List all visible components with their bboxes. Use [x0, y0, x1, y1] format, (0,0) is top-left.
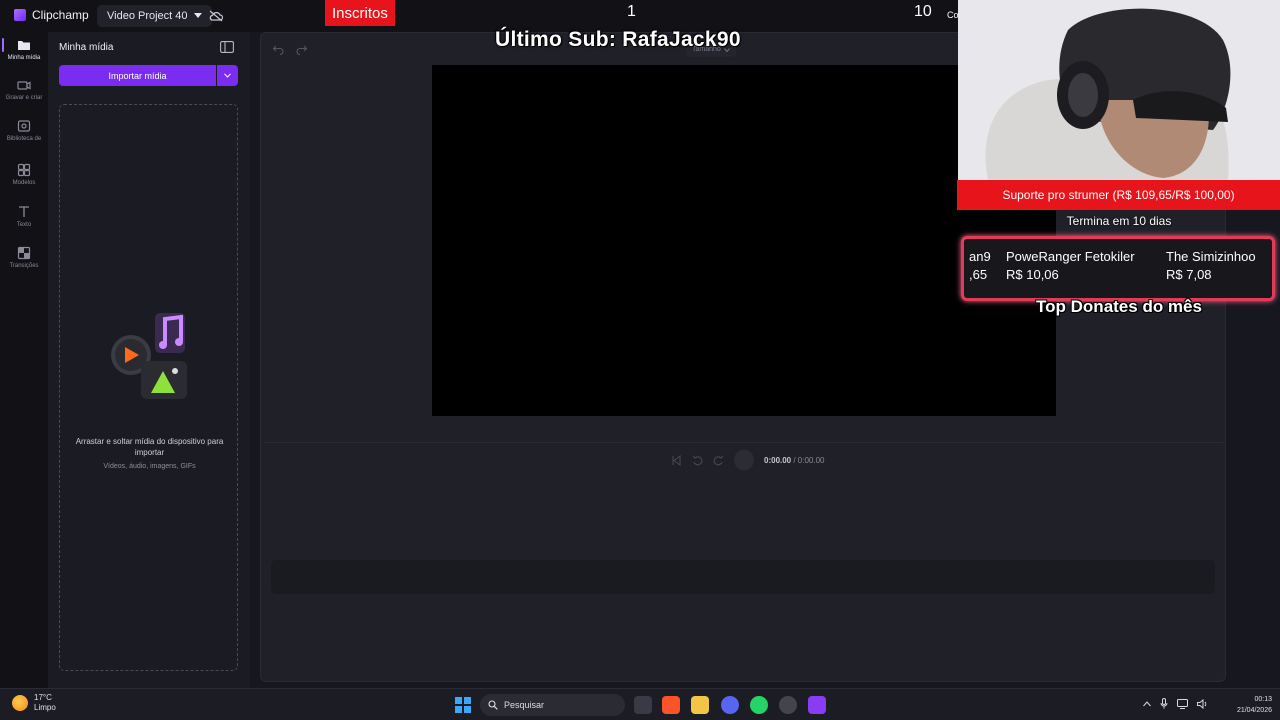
rail-item-templates[interactable]: Modelos	[0, 163, 48, 187]
library-icon	[17, 120, 31, 132]
playback-controls: 0:00.00 / 0:00.00	[671, 450, 825, 470]
goal-ends-text: Termina em 10 dias	[1066, 214, 1172, 228]
folder-icon	[18, 41, 30, 50]
steam-icon[interactable]	[779, 696, 797, 714]
temperature: 17°C	[34, 693, 52, 702]
media-panel: Minha mídia Importar mídia Arrastar e so…	[48, 32, 250, 688]
donor-entry: an9 ,65	[969, 248, 991, 284]
weather-widget[interactable]: 17°C Limpo	[12, 693, 56, 713]
import-options-button[interactable]	[217, 65, 238, 86]
task-view-icon[interactable]	[634, 696, 652, 714]
donor-name: PoweRanger Fetokiler	[1006, 249, 1135, 264]
weather-condition: Limpo	[34, 703, 56, 712]
media-types-illustration-icon	[111, 313, 187, 399]
rail-item-my-media[interactable]: Minha mídia	[0, 38, 48, 62]
last-subscriber-overlay: Último Sub: RafaJack90	[495, 28, 741, 51]
chevron-down-icon	[224, 73, 231, 78]
subscribers-label: Inscritos	[325, 0, 395, 26]
donor-entry: The Simizinhoo R$ 7,08	[1166, 248, 1256, 284]
text-icon	[19, 206, 29, 217]
collapse-panel-icon[interactable]	[220, 41, 234, 53]
microphone-icon[interactable]	[1160, 698, 1168, 709]
left-rail: Minha mídia Gravar e criar Biblioteca de…	[0, 32, 48, 688]
camera-icon	[17, 81, 31, 90]
streamer-webcam-image	[958, 0, 1280, 180]
rail-item-label: Modelos	[12, 180, 36, 186]
panel-title: Minha mídia	[59, 42, 114, 53]
playback-time: 0:00.00 / 0:00.00	[764, 456, 825, 465]
donor-name: an9	[969, 249, 991, 264]
discord-icon[interactable]	[721, 696, 739, 714]
rail-item-label: Gravar e criar	[5, 95, 43, 101]
clock-date: 21/04/2026	[1236, 707, 1272, 714]
import-media-button[interactable]: Importar mídia	[59, 65, 216, 86]
supported-types: Vídeos, áudio, imagens, GIFs	[103, 463, 196, 470]
rail-item-text[interactable]: Texto	[0, 205, 48, 229]
taskbar-clock[interactable]: 00:13 21/04/2026	[1220, 694, 1272, 716]
start-button-icon[interactable]	[455, 697, 471, 713]
cloud-sync-off-icon[interactable]	[205, 5, 227, 27]
system-tray	[1143, 698, 1208, 709]
project-name: Video Project 40	[107, 10, 188, 22]
weather-sun-icon	[12, 695, 28, 711]
donor-amount: R$ 10,06	[1006, 267, 1059, 282]
subscriber-count: 1	[627, 3, 636, 20]
webcam-overlay	[958, 0, 1280, 180]
play-button[interactable]	[734, 450, 754, 470]
rail-item-label: Biblioteca de	[6, 136, 42, 142]
rewind-5s-icon[interactable]	[692, 455, 703, 466]
current-time: 0:00.00	[764, 455, 792, 465]
caret-down-icon	[193, 13, 202, 18]
brave-browser-icon[interactable]	[662, 696, 680, 714]
clipchamp-logo-icon	[14, 9, 26, 21]
clipchamp-taskbar-icon[interactable]	[808, 696, 826, 714]
timeline-track[interactable]	[271, 560, 1215, 594]
templates-icon	[17, 163, 31, 177]
rail-item-record-create[interactable]: Gravar e criar	[0, 78, 48, 102]
donor-entry: PoweRanger Fetokiler R$ 10,06	[1006, 248, 1135, 284]
network-icon[interactable]	[1177, 698, 1188, 709]
search-icon	[488, 700, 498, 710]
rail-item-transitions[interactable]: Transições	[0, 246, 48, 270]
total-time: / 0:00.00	[791, 455, 825, 465]
drop-instructions: Arrastar e soltar mídia do dispositivo p…	[75, 437, 224, 457]
search-placeholder: Pesquisar	[504, 700, 545, 710]
rail-item-label: Transições	[9, 263, 39, 269]
top-donors-box: an9 ,65 PoweRanger Fetokiler R$ 10,06 Th…	[961, 236, 1275, 301]
forward-5s-icon[interactable]	[713, 455, 724, 466]
file-explorer-icon[interactable]	[691, 696, 709, 714]
project-name-dropdown[interactable]: Video Project 40	[97, 5, 212, 27]
media-drop-zone[interactable]: Arrastar e soltar mídia do dispositivo p…	[59, 104, 238, 671]
goal-count-suffix: Co	[947, 10, 959, 20]
rail-item-label: Texto	[16, 222, 32, 228]
taskbar-search[interactable]: Pesquisar	[480, 694, 625, 716]
rail-item-library[interactable]: Biblioteca de	[0, 119, 48, 143]
donation-goal-bar: Suporte pro strumer (R$ 109,65/R$ 100,00…	[957, 180, 1280, 210]
windows-taskbar: 17°C Limpo Pesquisar 00:13 21/04/2026	[0, 688, 1280, 720]
goal-count: 10	[914, 3, 932, 20]
clock-time: 00:13	[1254, 696, 1272, 703]
donor-amount: ,65	[969, 267, 988, 282]
app-brand[interactable]: Clipchamp	[14, 8, 89, 22]
skip-back-icon[interactable]	[671, 454, 682, 466]
undo-icon[interactable]	[272, 43, 284, 55]
donor-name: The Simizinhoo	[1166, 249, 1256, 264]
transitions-icon	[17, 246, 31, 260]
volume-icon[interactable]	[1197, 698, 1208, 709]
donor-amount: R$ 7,08	[1166, 267, 1212, 282]
rail-item-label: Minha mídia	[7, 55, 41, 61]
preview-divider	[263, 442, 1223, 443]
app-name: Clipchamp	[32, 8, 89, 22]
top-donates-title: Top Donates do mês	[1036, 297, 1202, 316]
whatsapp-icon[interactable]	[750, 696, 768, 714]
redo-icon[interactable]	[296, 43, 308, 55]
chevron-up-icon[interactable]	[1143, 700, 1151, 707]
